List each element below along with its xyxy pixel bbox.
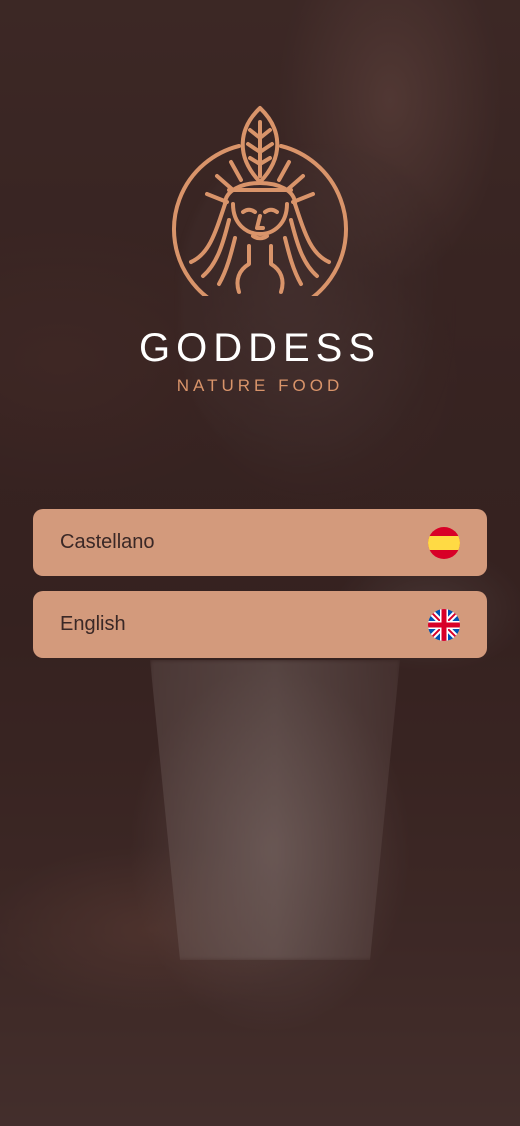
language-list: Castellano English xyxy=(33,509,487,673)
language-label: English xyxy=(60,613,126,635)
spain-flag-icon xyxy=(428,526,460,559)
uk-flag-icon xyxy=(428,608,460,641)
brand-logo: GODDESS NATURE FOOD xyxy=(0,104,520,396)
goddess-emblem-icon xyxy=(172,106,348,296)
language-button-castellano[interactable]: Castellano xyxy=(33,509,487,576)
language-button-english[interactable]: English xyxy=(33,591,487,658)
language-selection-screen: GODDESS NATURE FOOD Castellano English xyxy=(0,0,520,1126)
brand-tagline: NATURE FOOD xyxy=(176,376,344,395)
brand-name: GODDESS xyxy=(138,326,382,370)
language-label: Castellano xyxy=(60,531,155,553)
